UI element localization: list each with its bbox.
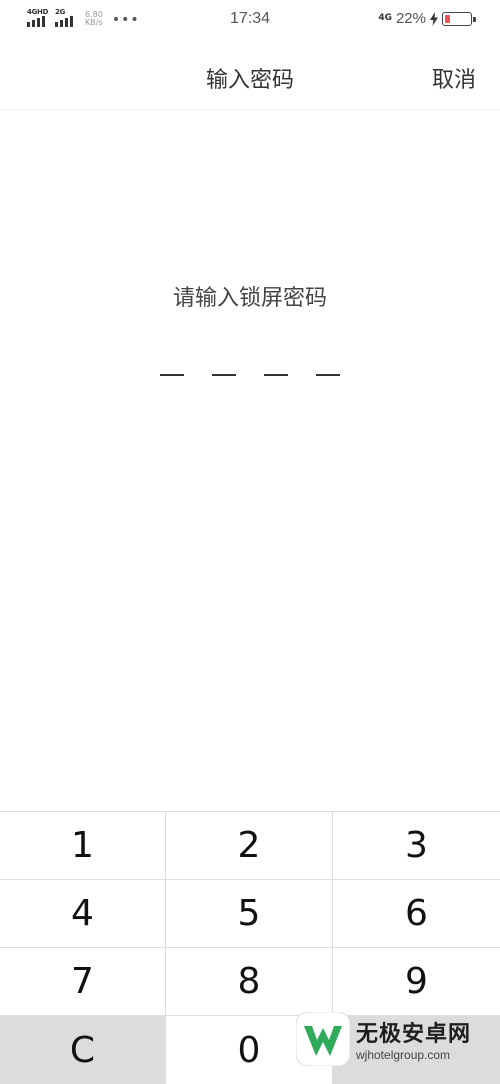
header-bar: 输入密码 取消 — [0, 40, 500, 110]
key-2[interactable]: 2 — [166, 812, 333, 880]
watermark-brand: 无极安卓网 — [356, 1022, 472, 1047]
password-prompt: 请输入锁屏密码 — [172, 286, 327, 311]
battery-icon — [442, 11, 476, 26]
pin-slot — [160, 374, 184, 376]
network-type-icon: 4G — [378, 13, 392, 23]
battery-percent: 22% — [395, 10, 426, 27]
key-6[interactable]: 6 — [333, 880, 500, 948]
key-1[interactable]: 1 — [0, 812, 166, 880]
cancel-button[interactable]: 取消 — [432, 62, 476, 94]
key-7[interactable]: 7 — [0, 948, 166, 1016]
clear-key[interactable]: C — [0, 1016, 166, 1084]
pin-entry-slots — [0, 374, 500, 376]
battery-fill — [445, 14, 450, 23]
pin-slot — [212, 374, 236, 376]
pin-slot — [316, 374, 340, 376]
charging-bolt-icon — [430, 11, 438, 26]
page-title: 输入密码 — [205, 68, 294, 93]
key-5[interactable]: 5 — [166, 880, 333, 948]
watermark: 无极安卓网 wjhotelgroup.com — [296, 1004, 492, 1074]
status-bar: 4GHD 2G 6.80 KB/s ••• 17:34 4G 22% — [0, 0, 500, 40]
brand-logo-icon — [296, 1012, 350, 1066]
watermark-url: wjhotelgroup.com — [356, 1048, 451, 1062]
status-right: 4G 22% — [378, 10, 476, 27]
pin-slot — [264, 374, 288, 376]
key-4[interactable]: 4 — [0, 880, 166, 948]
key-3[interactable]: 3 — [333, 812, 500, 880]
